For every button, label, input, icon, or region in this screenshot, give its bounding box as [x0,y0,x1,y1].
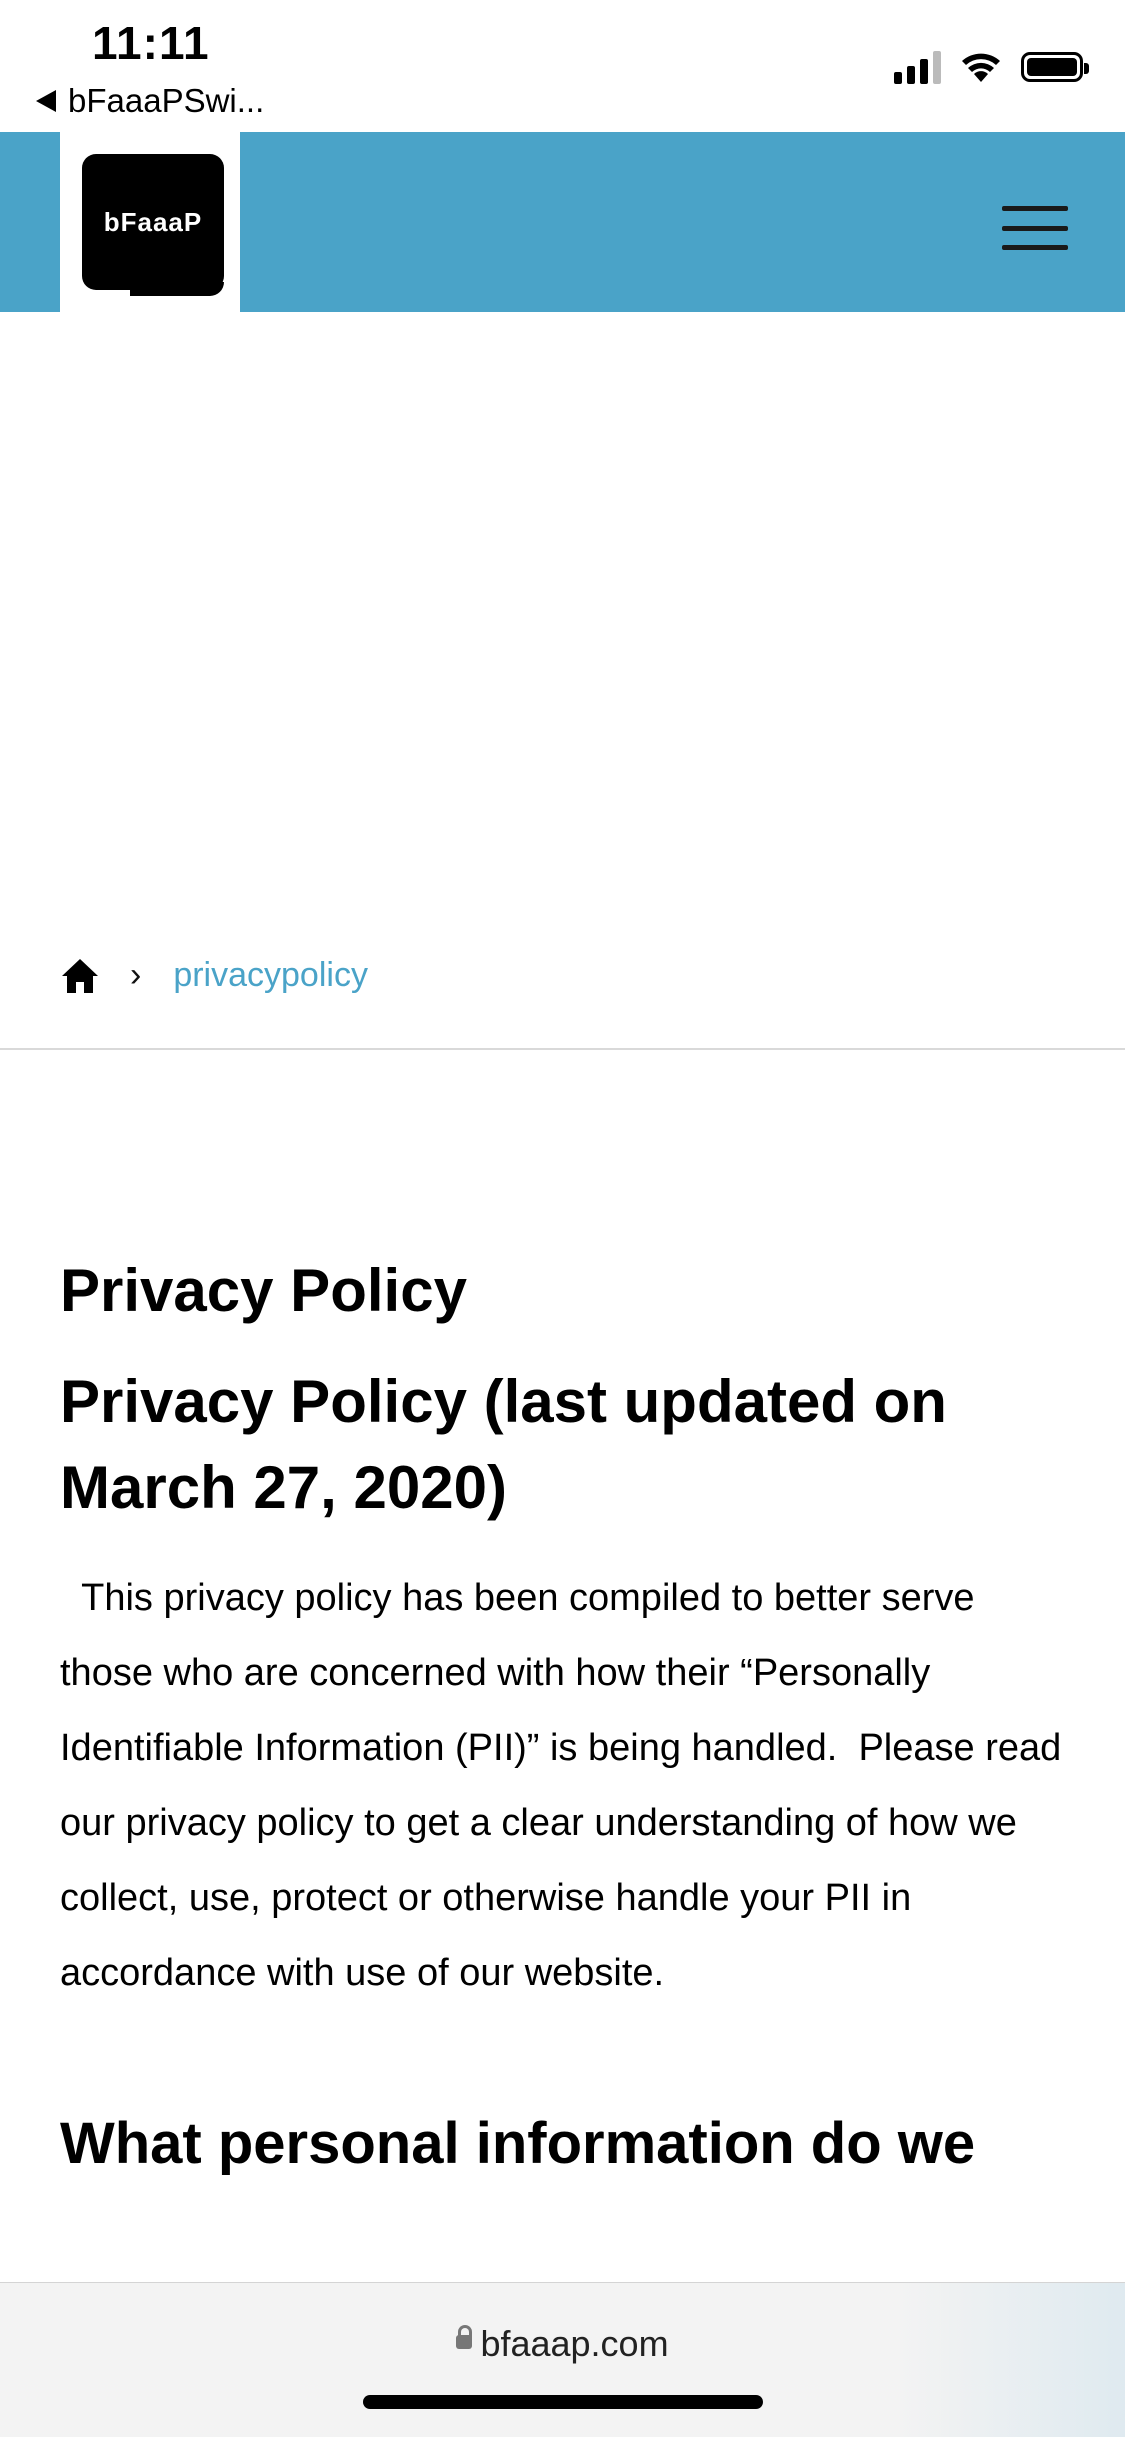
status-bar: 11:11 bFaaaPSwi... [0,0,1125,132]
site-header: bFaaaP [0,132,1125,312]
section-heading: What personal information do we [60,2111,976,2176]
breadcrumb-separator: › [130,956,142,994]
address-bar[interactable]: bfaaap.com [0,2323,1125,2365]
battery-icon [1021,52,1089,82]
back-app-label: bFaaaPSwi... [68,82,265,119]
breadcrumb: › privacypolicy [60,956,368,995]
divider [0,1048,1125,1050]
logo-link[interactable]: bFaaaP [60,132,240,312]
site-logo: bFaaaP [82,154,224,296]
back-to-app-link[interactable]: bFaaaPSwi... [36,82,264,120]
url-text: bfaaap.com [480,2323,669,2364]
hamburger-menu-icon[interactable] [1002,206,1068,250]
clock: 11:11 [92,17,210,69]
intro-paragraph: This privacy policy has been compiled to… [60,1577,1072,1994]
wifi-icon [962,53,1000,82]
status-icons [894,50,1089,84]
policy-content: Privacy Policy Privacy Policy (last upda… [60,1255,1070,2187]
home-indicator[interactable] [363,2395,763,2409]
back-arrow-icon [36,90,56,112]
lock-icon [456,2325,473,2350]
breadcrumb-current[interactable]: privacypolicy [173,956,368,995]
browser-bottom-bar: bfaaap.com [0,2282,1125,2437]
home-icon[interactable] [60,957,100,995]
page-title: Privacy Policy [60,1257,467,1324]
policy-subtitle: Privacy Policy (last updated on March 27… [60,1368,947,1521]
cellular-signal-icon [894,50,941,84]
